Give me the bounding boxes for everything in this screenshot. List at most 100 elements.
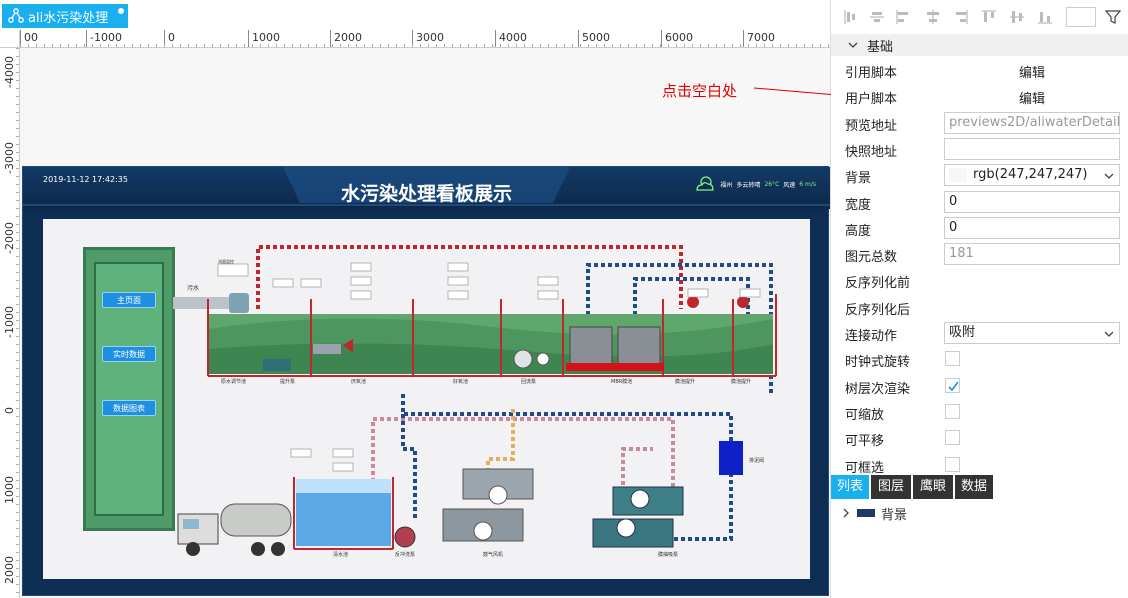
align-left-edges-icon[interactable] [843,9,859,25]
label-tank7: 膜池提升 [675,379,696,385]
property-input[interactable]: 0 [944,216,1120,239]
property-checkbox[interactable] [945,430,960,446]
tab-list[interactable]: 列表 [831,475,869,499]
property-label: 高度 [845,223,872,239]
property-row: 反序列化后 [831,294,1128,320]
ruler-tick [661,30,662,47]
vacuum-pump [592,486,684,548]
select-value: rgb(247,247,247) [973,167,1088,183]
tab-title: ali水污染处理 [28,10,109,26]
tab-ali-water[interactable]: ali水污染处理 [2,4,128,28]
color-swatch[interactable] [949,168,967,183]
ruler-label: 2000 [334,31,362,44]
ruler-label: 6000 [665,31,693,44]
tab-eagle-eye[interactable]: 鹰眼 [913,475,953,499]
property-row: 用户脚本 编辑 [831,83,1128,109]
weather-temp: 26°C [764,180,780,188]
horizontal-ruler[interactable]: 00 -1000 0 1000 2000 3000 4000 5000 6000 7000 [20,30,830,48]
property-row: 图元总数 181 [831,241,1128,267]
align-top-icon[interactable] [981,9,997,25]
unsaved-dot-icon [118,8,124,14]
layer-thumbnail-icon [857,509,875,517]
weather-city: 福州 [720,181,733,189]
property-label: 树层次渲染 [845,381,911,397]
ruler-label: -1000 [3,306,16,338]
level-sensor-2 [737,296,749,308]
tree-item-label: 背景 [881,507,908,523]
ruler-label: 1000 [252,31,280,44]
property-checkbox[interactable] [945,456,960,472]
align-center-horizontal-icon[interactable] [869,9,885,25]
water-truck [177,503,292,556]
property-label: 宽度 [845,197,872,213]
property-label: 连接动作 [845,329,898,344]
section-basic[interactable]: 基础 [831,34,1128,56]
ruler-label: 4000 [499,31,527,44]
property-row: 引用脚本 编辑 [831,57,1128,83]
ruler-tick [248,30,249,47]
layer-tree: 背景 [831,500,1128,598]
bottom-tabs: 列表 图层 鹰眼 数据 [831,475,1128,499]
property-select[interactable]: 吸附 [944,322,1120,344]
tree-item[interactable]: 背景 [841,504,908,523]
chevron-down-icon [848,42,858,48]
property-checkbox[interactable] [945,403,960,419]
property-checkbox[interactable] [945,377,960,393]
property-input: 181 [944,243,1120,266]
return-pump-wheel [536,352,550,366]
tab-data[interactable]: 数据 [955,475,993,499]
select-value: 吸附 [949,325,976,340]
anaerobic-mixer [313,344,341,354]
align-right-icon[interactable] [953,9,969,25]
lift-pump [263,359,291,371]
label-mbr: MBR膜池 [611,379,633,385]
property-row: 反序列化前 [831,267,1128,293]
property-select[interactable]: rgb(247,247,247) [944,164,1120,187]
label-flowmeter: 流量监控 [218,259,234,264]
property-label: 可平移 [845,434,885,450]
align-center-icon[interactable] [925,9,941,25]
filter-icon[interactable] [1105,9,1121,25]
align-bottom-icon[interactable] [1037,9,1053,25]
tab-layers[interactable]: 图层 [871,475,911,499]
level-sensor-1 [687,296,699,308]
annotation-text: 点击空白处 [662,82,738,100]
ruler-label: -1000 [90,31,122,44]
process-diagram [173,245,777,556]
edit-link[interactable]: 编辑 [1019,62,1045,81]
chevron-down-icon[interactable] [1103,170,1115,182]
vertical-ruler[interactable]: -4000 -3000 -2000 -1000 0 1000 2000 [0,48,20,598]
property-panel: 基础 引用脚本 编辑 用户脚本 编辑 预览地址 previews2D/aliwaterDe… [831,0,1128,598]
backwash-pump [394,526,416,548]
label-valve: 排泥阀 [749,458,765,464]
align-left-icon[interactable] [895,9,911,25]
property-input[interactable] [944,137,1120,160]
property-row: 预览地址 previews2D/aliwaterDetail.html [831,110,1128,136]
dashboard-graphic[interactable]: 2019-11-12 17:42:35 水污染处理看板展示 福州 多云转晴 26… [22,166,830,596]
property-input[interactable]: 0 [944,190,1120,213]
ruler-label: 2000 [3,556,16,584]
chevron-down-icon[interactable] [1103,328,1115,340]
tab-bar: ali水污染处理 [0,0,830,30]
ruler-label: 0 [3,407,16,414]
ruler-tick [86,30,87,47]
property-row: 宽度 0 [831,189,1128,215]
blower-1 [442,468,534,542]
property-label: 图元总数 [845,250,898,266]
ruler-label: 00 [24,31,38,44]
property-row: 时钟式旋转 [831,346,1128,372]
label-tank2: 提升泵 [280,379,296,385]
property-label: 引用脚本 [845,66,898,81]
label-tank4: 好氧池 [453,379,469,385]
return-pump [513,349,533,369]
chevron-right-icon[interactable] [841,507,851,519]
property-checkbox[interactable] [945,351,960,367]
app-root: ali水污染处理 00 -1000 0 1000 2000 3000 4000 5000 600… [0,0,1128,598]
ruler-label: 3000 [416,31,444,44]
toolbar-spacing-input[interactable] [1066,7,1096,27]
align-middle-icon[interactable] [1009,9,1025,25]
property-row: 可平移 [831,425,1128,451]
label-pipe: 污水 [187,285,200,292]
property-row: 高度 0 [831,215,1128,241]
edit-link[interactable]: 编辑 [1019,88,1045,107]
